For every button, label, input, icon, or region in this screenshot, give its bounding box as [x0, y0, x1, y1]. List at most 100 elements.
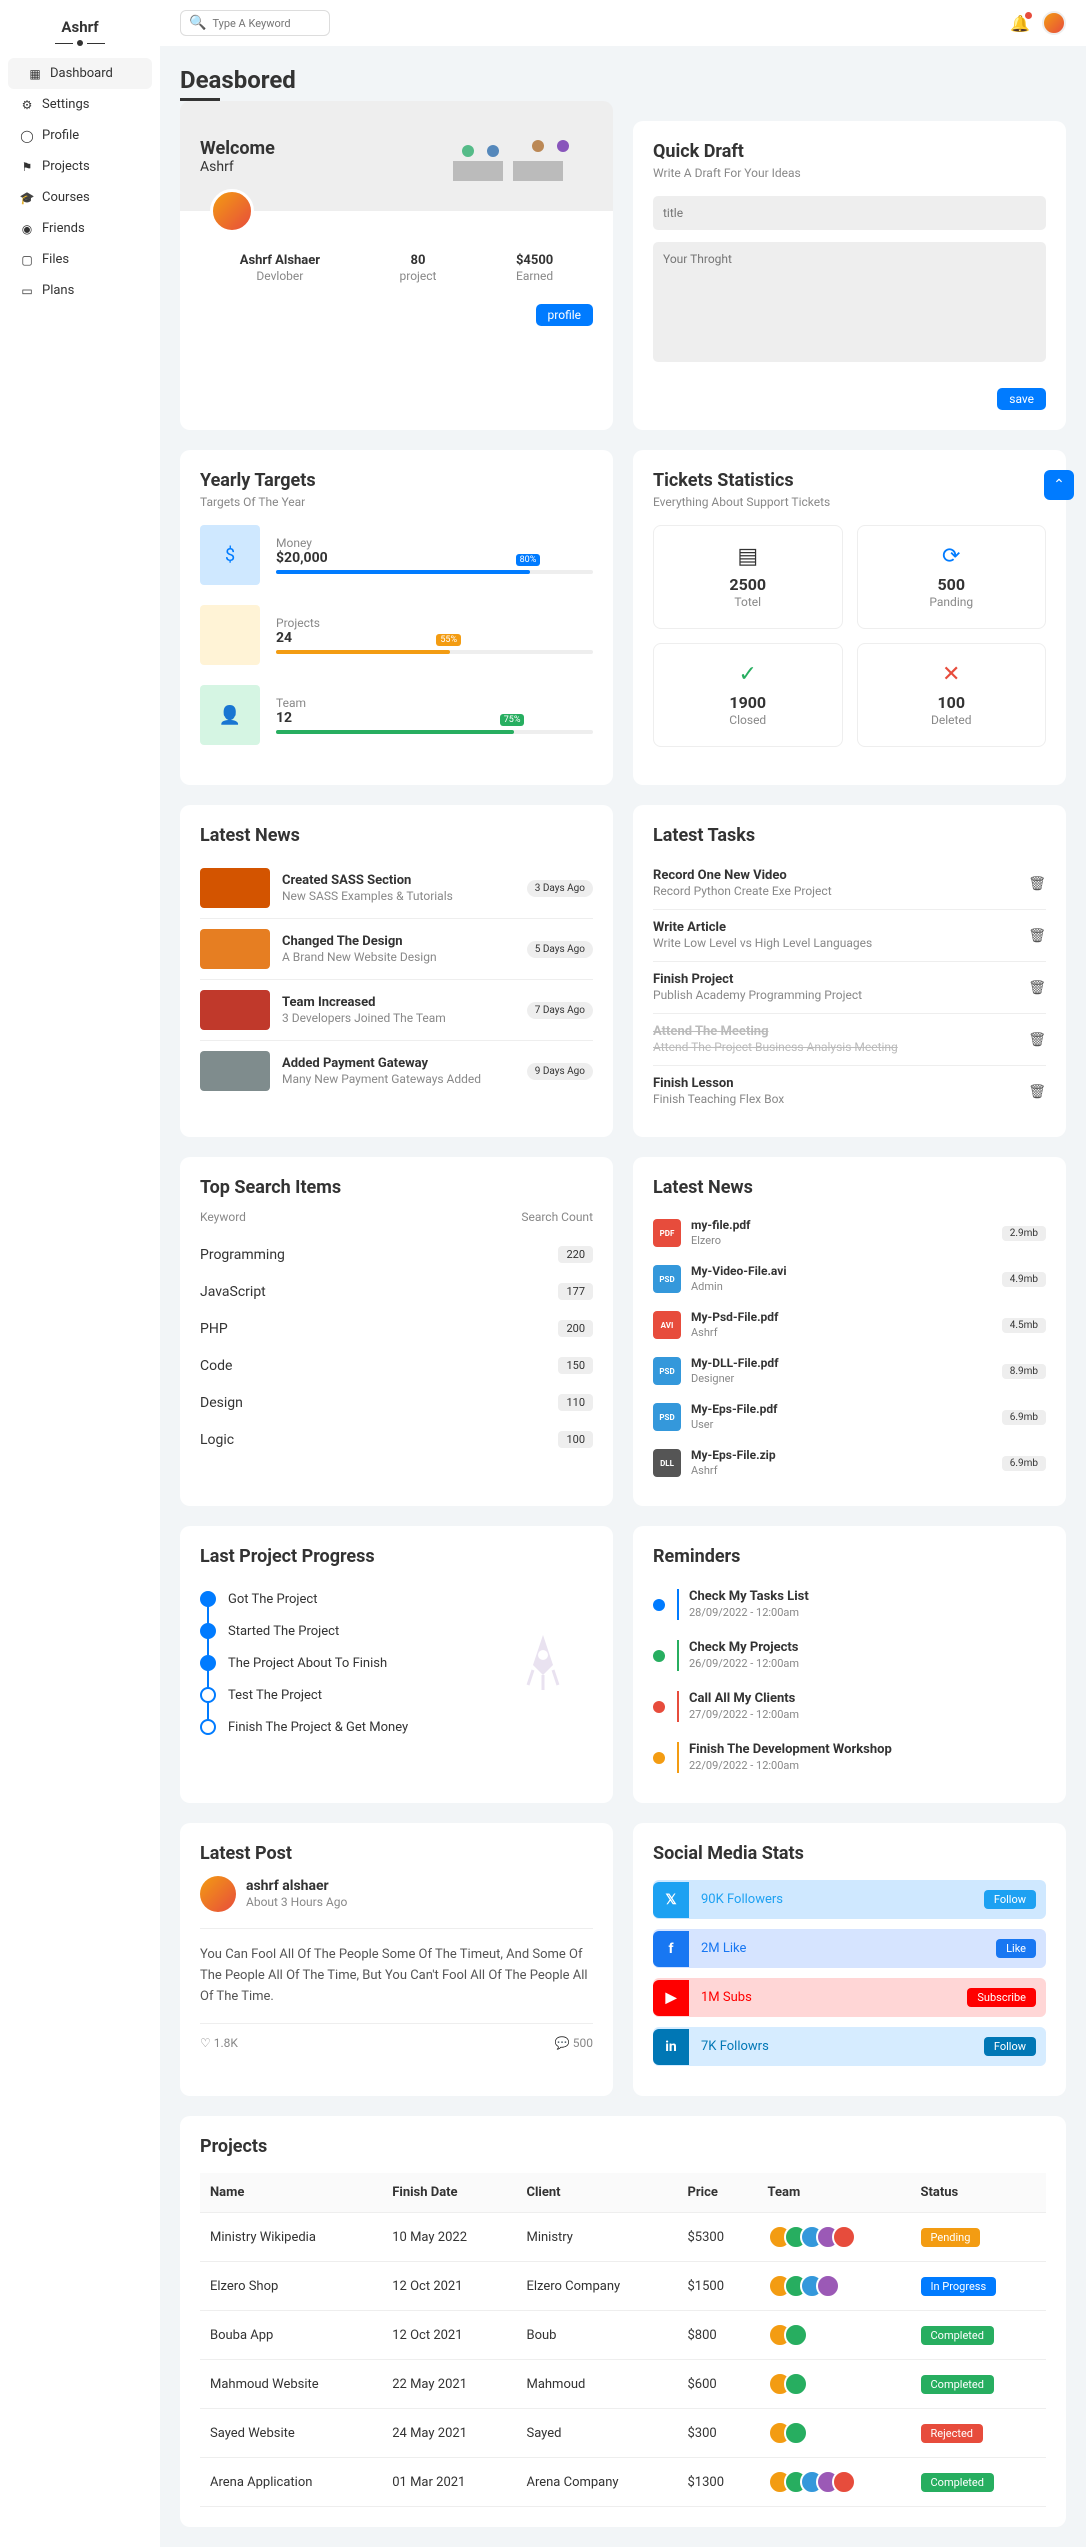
nav-files[interactable]: ▢Files [0, 244, 160, 275]
scroll-top-button[interactable]: ⌃ [1044, 470, 1074, 500]
draft-body-input[interactable] [653, 242, 1046, 362]
file-type-icon: PDF [653, 1219, 681, 1247]
trash-icon[interactable]: 🗑 [1028, 1084, 1046, 1100]
search-row: Design110 [200, 1384, 593, 1421]
nav-dashboard[interactable]: ▦Dashboard [8, 58, 152, 89]
search-input[interactable] [212, 17, 321, 30]
friends-icon: ◉ [20, 222, 34, 236]
settings-icon: ⚙ [20, 98, 34, 112]
trash-icon[interactable]: 🗑 [1028, 980, 1046, 996]
search-box[interactable]: 🔍 [180, 10, 330, 36]
save-button[interactable]: save [997, 388, 1046, 410]
latest-tasks-card: Latest Tasks Record One New VideoRecord … [633, 805, 1066, 1137]
welcome-stat: $4500Earned [516, 253, 553, 284]
search-row: PHP200 [200, 1310, 593, 1347]
news-row: Added Payment GatewayMany New Payment Ga… [200, 1041, 593, 1101]
post-comments[interactable]: 💬 500 [555, 2036, 593, 2050]
status-badge: Pending [921, 2228, 981, 2247]
table-header: Finish Date [382, 2173, 516, 2213]
user-avatar[interactable] [1042, 11, 1066, 35]
post-avatar [200, 1876, 236, 1912]
tickets-sub: Everything About Support Tickets [653, 495, 1046, 509]
tickets-title: Tickets Statistics [653, 470, 1046, 491]
nav-plans[interactable]: ▭Plans [0, 275, 160, 306]
task-row: Attend The MeetingAttend The Project Bus… [653, 1014, 1046, 1066]
trash-icon[interactable]: 🗑 [1028, 876, 1046, 892]
reminder-row: Check My Projects26/09/2022 - 12:00am [653, 1630, 1046, 1681]
news-row: Changed The DesignA Brand New Website De… [200, 919, 593, 980]
yearly-title: Yearly Targets [200, 470, 593, 491]
social-icon: in [653, 2029, 689, 2065]
draft-title-input[interactable] [653, 196, 1046, 230]
social-button[interactable]: Like [996, 1939, 1036, 1958]
social-button[interactable]: Subscribe [967, 1988, 1036, 2007]
ticket-stat: ⟳500Panding [857, 525, 1047, 629]
projects-table: NameFinish DateClientPriceTeamStatus Min… [200, 2173, 1046, 2507]
nav-profile[interactable]: ◯Profile [0, 120, 160, 151]
social-row: 𝕏90K FollowersFollow [653, 1880, 1046, 1919]
social-row: ▶1M SubsSubscribe [653, 1978, 1046, 2017]
projects-title: Projects [200, 2136, 1046, 2157]
target-row: $Money$20,00080% [200, 525, 593, 585]
welcome-title: Welcome [200, 138, 275, 159]
team-avatar [784, 2421, 808, 2445]
step-dot [200, 1719, 216, 1735]
file-type-icon: PSD [653, 1403, 681, 1431]
nav-settings[interactable]: ⚙Settings [0, 89, 160, 120]
reminder-row: Call All My Clients27/09/2022 - 12:00am [653, 1681, 1046, 1732]
file-row: PDFmy-file.pdfElzero2.9mb [653, 1210, 1046, 1256]
bell-icon[interactable]: 🔔 [1010, 14, 1030, 33]
search-icon: 🔍 [189, 15, 206, 31]
search-head-keyword: Keyword [200, 1210, 246, 1224]
rocket-icon [503, 1625, 583, 1705]
nav-projects[interactable]: ⚑Projects [0, 151, 160, 182]
top-search-card: Top Search Items Keyword Search Count Pr… [180, 1157, 613, 1506]
tickets-card: Tickets Statistics Everything About Supp… [633, 450, 1066, 785]
nav-courses[interactable]: 🎓Courses [0, 182, 160, 213]
news-row: Created SASS SectionNew SASS Examples & … [200, 858, 593, 919]
social-icon: f [653, 1931, 689, 1967]
post-body: You Can Fool All Of The People Some Of T… [200, 1928, 593, 2024]
sidebar: Ashrf ▦Dashboard⚙Settings◯Profile⚑Projec… [0, 0, 160, 2547]
reminder-dot [653, 1599, 665, 1611]
file-type-icon: DLL [653, 1449, 681, 1477]
table-row: Bouba App12 Oct 2021Boub$800Completed [200, 2311, 1046, 2360]
profile-icon: ◯ [20, 129, 34, 143]
social-icon: 𝕏 [653, 1882, 689, 1918]
files-card: Latest News PDFmy-file.pdfElzero2.9mbPSD… [633, 1157, 1066, 1506]
ticket-icon: ✕ [876, 662, 1028, 687]
yearly-sub: Targets Of The Year [200, 495, 593, 509]
task-row: Record One New VideoRecord Python Create… [653, 858, 1046, 910]
step-dot [200, 1623, 216, 1639]
trash-icon[interactable]: 🗑 [1028, 928, 1046, 944]
reminder-row: Finish The Development Workshop22/09/202… [653, 1732, 1046, 1783]
status-badge: Completed [921, 2473, 994, 2492]
file-type-icon: AVI [653, 1311, 681, 1339]
reminders-card: Reminders Check My Tasks List28/09/2022 … [633, 1526, 1066, 1803]
target-icon [200, 605, 260, 665]
table-row: Sayed Website24 May 2021Sayed$300Rejecte… [200, 2409, 1046, 2458]
ticket-stat: ✕100Deleted [857, 643, 1047, 747]
table-row: Mahmoud Website22 May 2021Mahmoud$600Com… [200, 2360, 1046, 2409]
files-title: Latest News [653, 1177, 1046, 1198]
social-icon: ▶ [653, 1980, 689, 2016]
team-avatar [832, 2225, 856, 2249]
brand-divider [0, 40, 160, 46]
file-type-icon: PSD [653, 1357, 681, 1385]
status-badge: Rejected [921, 2424, 983, 2443]
nav-friends[interactable]: ◉Friends [0, 213, 160, 244]
news-days: 5 Days Ago [527, 941, 593, 958]
quick-draft-card: Quick Draft Write A Draft For Your Ideas… [633, 121, 1066, 430]
team-avatar [784, 2323, 808, 2347]
progress-step: Got The Project [200, 1583, 593, 1615]
post-likes[interactable]: ♡ 1.8K [200, 2036, 238, 2050]
social-button[interactable]: Follow [984, 1890, 1036, 1909]
table-row: Arena Application01 Mar 2021Arena Compan… [200, 2458, 1046, 2507]
task-row: Finish ProjectPublish Academy Programmin… [653, 962, 1046, 1014]
quick-draft-sub: Write A Draft For Your Ideas [653, 166, 1046, 180]
social-button[interactable]: Follow [984, 2037, 1036, 2056]
trash-icon[interactable]: 🗑 [1028, 1032, 1046, 1048]
file-row: PSDMy-Video-File.aviAdmin4.9mb [653, 1256, 1046, 1302]
profile-button[interactable]: profile [536, 304, 593, 326]
target-icon: $ [200, 525, 260, 585]
